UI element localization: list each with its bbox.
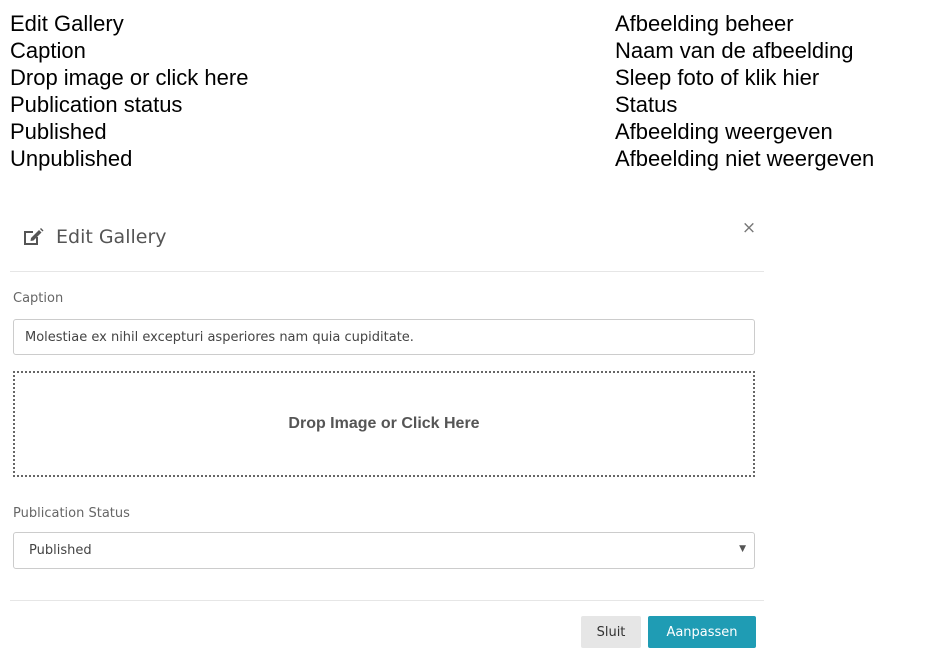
close-icon[interactable]: × — [741, 220, 757, 237]
footer-divider — [10, 600, 764, 601]
edit-icon — [24, 228, 44, 245]
translation-dutch: Sleep foto of klik hier — [615, 65, 820, 90]
modal-title-text: Edit Gallery — [56, 226, 167, 248]
translation-english: Caption — [10, 38, 86, 63]
edit-gallery-modal: Edit Gallery × Caption Drop Image or Cli… — [0, 214, 765, 648]
close-button[interactable]: Sluit — [581, 616, 641, 648]
translation-row: Edit Gallery Afbeelding beheer — [10, 10, 939, 37]
translation-row: Published Afbeelding weergeven — [10, 118, 939, 145]
translation-english: Edit Gallery — [10, 11, 124, 36]
caret-down-icon: ▼ — [739, 544, 746, 554]
dropzone-text: Drop Image or Click Here — [288, 415, 480, 432]
translation-dutch: Status — [615, 92, 678, 117]
translation-table: Edit Gallery Afbeelding beheer Caption N… — [10, 10, 939, 172]
translation-row: Caption Naam van de afbeelding — [10, 37, 939, 64]
translation-dutch: Naam van de afbeelding — [615, 38, 854, 63]
image-dropzone[interactable]: Drop Image or Click Here — [13, 371, 755, 477]
caption-input[interactable] — [13, 319, 755, 355]
publication-status-label: Publication Status — [13, 506, 130, 521]
translation-dutch: Afbeelding niet weergeven — [615, 146, 875, 171]
publication-status-select[interactable]: Published ▼ — [13, 532, 755, 569]
translation-dutch: Afbeelding weergeven — [615, 119, 833, 144]
translation-row: Drop image or click here Sleep foto of k… — [10, 64, 939, 91]
caption-label: Caption — [13, 291, 64, 306]
translation-row: Publication status Status — [10, 91, 939, 118]
translation-english: Drop image or click here — [10, 65, 249, 90]
save-button[interactable]: Aanpassen — [648, 616, 756, 648]
translation-dutch: Afbeelding beheer — [615, 11, 794, 36]
select-value: Published — [29, 543, 92, 558]
translation-english: Unpublished — [10, 146, 133, 171]
translation-english: Publication status — [10, 92, 183, 117]
header-divider — [10, 271, 764, 272]
translation-row: Unpublished Afbeelding niet weergeven — [10, 145, 939, 172]
modal-title: Edit Gallery — [22, 224, 167, 250]
translation-english: Published — [10, 119, 107, 144]
